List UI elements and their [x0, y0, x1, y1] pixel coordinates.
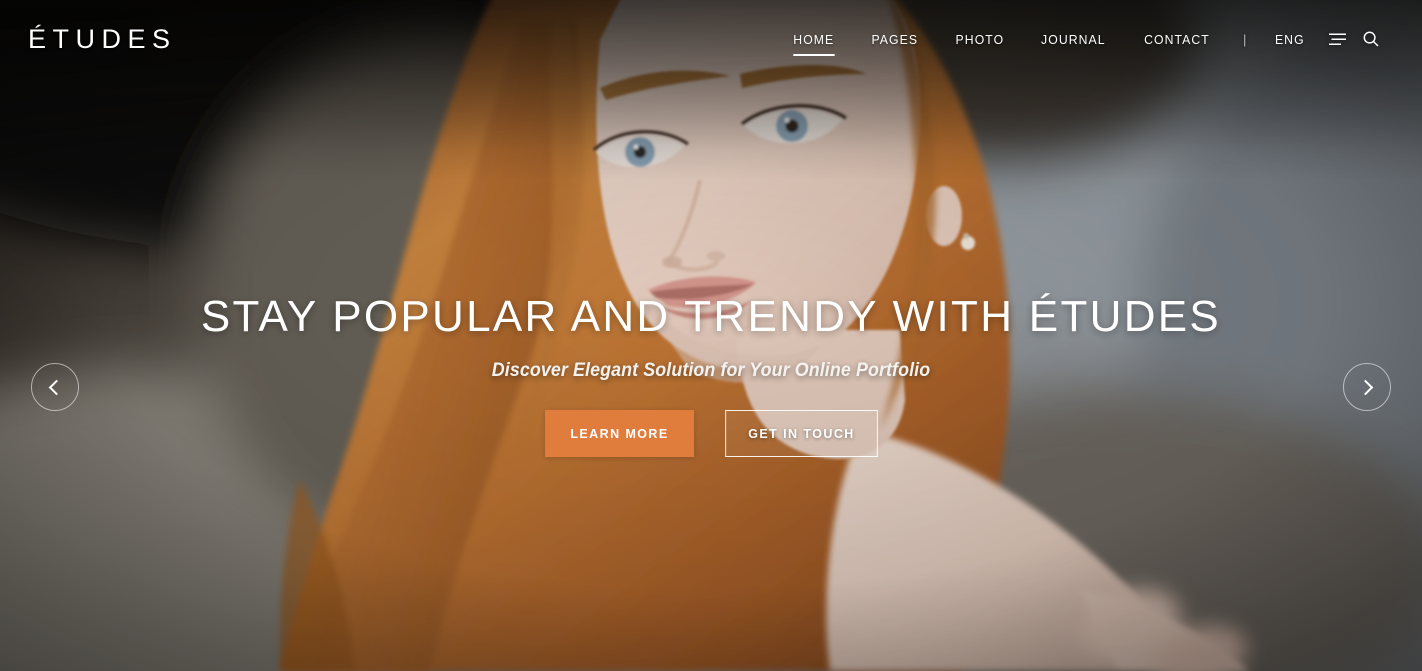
nav-separator: | — [1242, 31, 1247, 47]
main-navigation: HOME PAGES PHOTO JOURNAL CONTACT | ENG — [775, 24, 1388, 56]
hamburger-icon[interactable] — [1320, 24, 1354, 54]
hero-content: STAY POPULAR AND TRENDY WITH ÉTUDES Disc… — [0, 292, 1422, 458]
get-in-touch-button[interactable]: GET IN TOUCH — [724, 410, 878, 458]
hero-button-group: LEARN MORE GET IN TOUCH — [0, 410, 1422, 458]
hero-subtitle: Discover Elegant Solution for Your Onlin… — [491, 360, 931, 382]
slider-prev-button[interactable] — [31, 363, 79, 411]
learn-more-button[interactable]: LEARN MORE — [544, 410, 694, 458]
hero-slider: ÉTUDES HOME PAGES PHOTO JOURNAL CONTACT … — [0, 0, 1422, 671]
chevron-left-icon — [48, 379, 65, 395]
site-header: ÉTUDES HOME PAGES PHOTO JOURNAL CONTACT … — [0, 0, 1422, 78]
nav-item-journal[interactable]: JOURNAL — [1025, 26, 1122, 53]
search-icon[interactable] — [1354, 24, 1388, 54]
hero-title: STAY POPULAR AND TRENDY WITH ÉTUDES — [200, 292, 1222, 341]
site-logo[interactable]: ÉTUDES — [28, 24, 177, 55]
language-selector[interactable]: ENG — [1262, 26, 1318, 53]
nav-item-pages[interactable]: PAGES — [855, 26, 934, 53]
nav-item-home[interactable]: HOME — [778, 26, 851, 56]
slider-next-button[interactable] — [1343, 363, 1391, 411]
nav-item-photo[interactable]: PHOTO — [939, 26, 1020, 53]
chevron-right-icon — [1357, 379, 1374, 395]
nav-item-contact[interactable]: CONTACT — [1128, 26, 1226, 53]
